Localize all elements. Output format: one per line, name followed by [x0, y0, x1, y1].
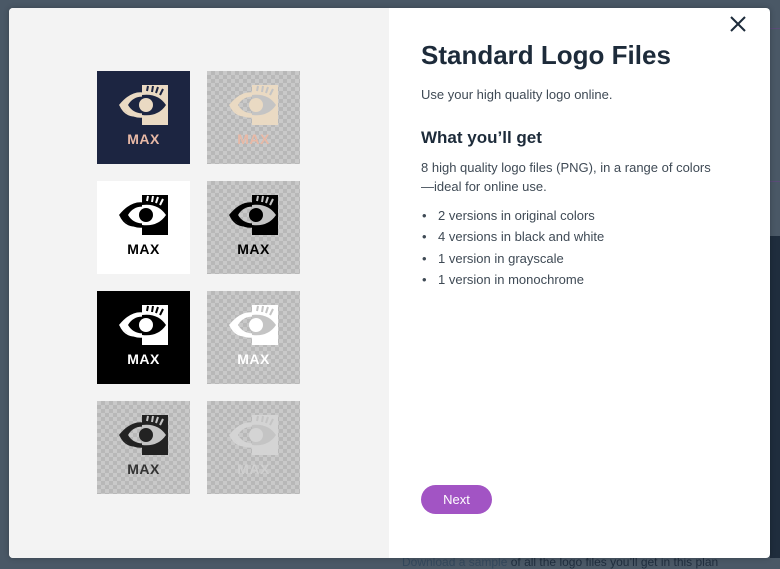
- logo-brand-text: MAX: [237, 461, 270, 477]
- logo-tile-black-on-white: MAX: [97, 181, 190, 274]
- eye-icon: [118, 195, 168, 235]
- section-heading: What you’ll get: [421, 128, 542, 147]
- modal-title: Standard Logo Files: [421, 40, 671, 70]
- eye-icon: [118, 85, 168, 125]
- logo-tile-monochrome: MAX: [207, 401, 300, 494]
- feature-text: 1 version in monochrome: [438, 271, 584, 287]
- feature-text: 1 version in grayscale: [438, 250, 564, 266]
- eye-icon: [228, 85, 278, 125]
- logo-brand-text: MAX: [237, 351, 270, 367]
- close-button[interactable]: [727, 13, 749, 35]
- logo-tile-grayscale: MAX: [97, 401, 190, 494]
- logo-brand-text: MAX: [127, 461, 160, 477]
- logo-preview-pane: MAX MAX MAX MAX MAX MAX MAX MAX: [9, 8, 389, 558]
- backdrop-divider: [770, 28, 780, 29]
- eye-icon: [118, 305, 168, 345]
- logo-files-modal: MAX MAX MAX MAX MAX MAX MAX MAX: [9, 8, 770, 558]
- bullet: •: [422, 208, 427, 223]
- logo-tile-black-transparent: MAX: [207, 181, 300, 274]
- bullet: •: [422, 271, 427, 287]
- close-icon: [730, 16, 746, 32]
- logo-brand-text: MAX: [127, 131, 160, 147]
- logo-tile-white-transparent: MAX: [207, 291, 300, 384]
- eye-icon: [228, 415, 278, 455]
- section-description: 8 high quality logo files (PNG), in a ra…: [421, 160, 711, 194]
- backdrop-panel: [770, 236, 780, 558]
- eye-icon: [228, 305, 278, 345]
- feature-list: • 2 versions in original colors • 4 versio…: [421, 205, 604, 290]
- feature-text: 4 versions in black and white: [438, 229, 605, 245]
- bullet: •: [422, 250, 427, 266]
- eye-icon: [118, 415, 168, 455]
- logo-tile-white-on-black: MAX: [97, 291, 190, 384]
- logo-tile-original-transparent: MAX: [207, 71, 300, 164]
- logo-tile-original-dark: MAX: [97, 71, 190, 164]
- logo-brand-text: MAX: [127, 351, 160, 367]
- logo-brand-text: MAX: [127, 241, 160, 257]
- logo-brand-text: MAX: [237, 131, 270, 147]
- list-item: • 1 version in monochrome: [421, 269, 604, 290]
- eye-icon: [228, 195, 278, 235]
- list-item: • 4 versions in black and white: [421, 226, 604, 247]
- feature-text: 2 versions in original colors: [438, 208, 595, 223]
- list-item: • 2 versions in original colors: [421, 205, 604, 226]
- bullet: •: [422, 229, 427, 245]
- modal-subtitle: Use your high quality logo online.: [421, 87, 613, 102]
- list-item: • 1 version in grayscale: [421, 248, 604, 269]
- next-button[interactable]: Next: [421, 485, 492, 514]
- backdrop-divider: [770, 181, 780, 182]
- logo-brand-text: MAX: [237, 241, 270, 257]
